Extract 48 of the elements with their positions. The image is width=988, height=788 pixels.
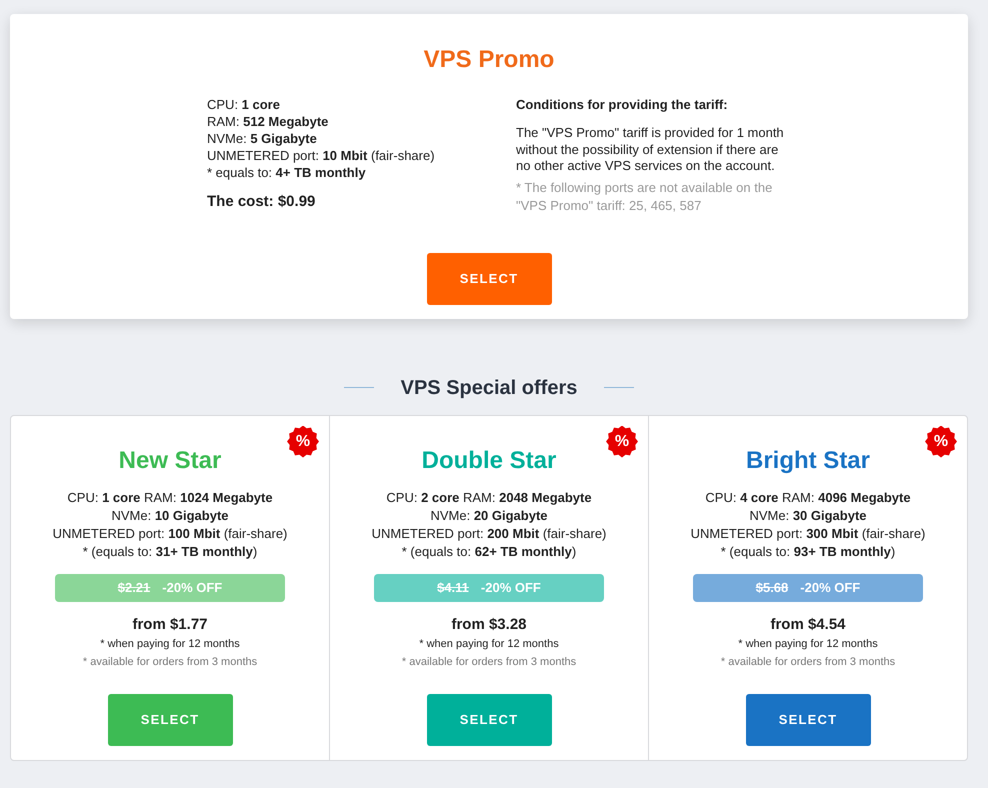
select-button[interactable]: SELECT (426, 694, 552, 746)
spec-line: UNMETERED port: 200 Mbit (fair-share) (370, 524, 608, 542)
select-button[interactable]: SELECT (426, 252, 552, 304)
discount-badge: % (925, 426, 957, 458)
select-button[interactable]: SELECT (108, 694, 232, 746)
discount-badge: % (606, 426, 638, 458)
old-price: $4.11 (437, 578, 469, 597)
spec-line: UNMETERED port: 300 Mbit (fair-share) (690, 524, 926, 542)
conditions-text: The "VPS Promo" tariff is provided for 1 month without the possibility of extension if there are no other active VPS services on the account. (516, 125, 785, 174)
plan-title: Bright Star (744, 446, 871, 476)
spec-line: RAM: 512 Megabyte (207, 113, 330, 130)
payment-note: * when paying for 12 months (737, 636, 879, 652)
ports-note: * The following ports are not available on the "VPS Promo" tariff: 25, 465, 587 (516, 178, 774, 214)
old-price: $5.68 (756, 578, 788, 597)
conditions-title: Conditions for providing the tariff: (516, 96, 729, 113)
spec-line: * equals to: 4+ TB monthly (207, 164, 367, 181)
spec-line: * (equals to: 93+ TB monthly) (720, 542, 896, 560)
plan-title: Double Star (420, 446, 558, 476)
spec-line: NVMe: 5 Gigabyte (207, 130, 318, 147)
payment-note: * when paying for 12 months (99, 636, 241, 652)
discount-label: -20% OFF (800, 578, 860, 597)
discount-label: -20% OFF (162, 578, 222, 597)
spec-line: NVMe: 20 Gigabyte (429, 506, 549, 524)
plan-title: New Star (118, 446, 222, 476)
payment-note: * when paying for 12 months (418, 636, 560, 652)
plan-price: from $1.77 (131, 614, 209, 634)
plan-price: from $3.28 (450, 614, 528, 634)
spec-line: * (equals to: 31+ TB monthly) (82, 542, 258, 560)
discount-badge: % (287, 426, 319, 458)
plan-price: from $4.54 (769, 614, 847, 634)
spec-line: NVMe: 30 Gigabyte (748, 506, 868, 524)
spec-line: CPU: 4 core RAM: 4096 Megabyte (704, 488, 912, 506)
old-price: $2.21 (118, 578, 150, 597)
spec-line: CPU: 2 core RAM: 2048 Megabyte (385, 488, 593, 506)
spec-line: NVMe: 10 Gigabyte (110, 506, 230, 524)
spec-line: CPU: 1 core RAM: 1024 Megabyte (66, 488, 274, 506)
section-heading: VPS Special offers (400, 376, 578, 400)
availability-note: * available for orders from 3 months (82, 654, 258, 670)
availability-note: * available for orders from 3 months (720, 654, 896, 670)
spec-line: * (equals to: 62+ TB monthly) (400, 542, 578, 560)
select-button[interactable]: SELECT (746, 694, 870, 746)
promo-title: VPS Promo (422, 45, 556, 75)
spec-line: CPU: 1 core (207, 96, 281, 113)
discount-label: -20% OFF (480, 578, 541, 597)
availability-note: * available for orders from 3 months (400, 654, 578, 670)
spec-line: UNMETERED port: 100 Mbit (fair-share) (52, 524, 288, 542)
promo-cost: The cost: $0.99 (207, 192, 316, 212)
spec-line: UNMETERED port: 10 Mbit (fair-share) (207, 147, 436, 164)
